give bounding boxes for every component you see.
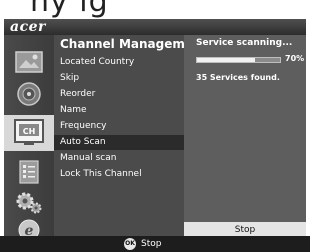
footer-hint-bar: OK Stop — [0, 236, 310, 252]
ok-hint-label: Stop — [141, 239, 162, 249]
menu-item-auto-scan[interactable]: Auto Scan — [54, 135, 184, 150]
menu-item-lock-this-channel[interactable]: Lock This Channel — [54, 167, 184, 182]
brand-logo: acer — [10, 19, 46, 35]
ok-button-icon: OK — [124, 238, 136, 250]
menu-title: Channel Manageme — [60, 37, 194, 51]
cropped-heading-text: ny ig — [30, 0, 109, 19]
scan-status-title: Service scanning... — [196, 38, 293, 48]
menu-item-reorder[interactable]: Reorder — [54, 87, 184, 102]
list-icon[interactable] — [13, 159, 45, 185]
audio-icon[interactable] — [13, 81, 45, 107]
channel-management-menu: Channel Manageme Located Country Skip Re… — [54, 35, 193, 245]
top-bar: acer — [4, 19, 306, 35]
channel-icon[interactable]: CH — [4, 115, 54, 151]
scan-progress-fill — [197, 58, 256, 62]
services-found-text: 35 Services found. — [196, 73, 280, 82]
channel-icon-label: CH — [23, 127, 36, 136]
menu-item-name[interactable]: Name — [54, 103, 184, 118]
menu-item-skip[interactable]: Skip — [54, 71, 184, 86]
settings-icon[interactable] — [13, 189, 45, 215]
scan-progress-bar — [196, 57, 281, 63]
picture-icon[interactable] — [13, 49, 45, 75]
menu-item-located-country[interactable]: Located Country — [54, 55, 184, 70]
menu-item-frequency[interactable]: Frequency — [54, 119, 184, 134]
menu-item-manual-scan[interactable]: Manual scan — [54, 151, 184, 166]
scan-status-panel: Service scanning... 70% 35 Services foun… — [184, 35, 306, 245]
osd-screen: acer CH e Channel Manageme Located Count… — [4, 19, 306, 252]
category-icon-column: CH e — [4, 35, 54, 245]
scan-progress-percent: 70% — [285, 54, 305, 63]
